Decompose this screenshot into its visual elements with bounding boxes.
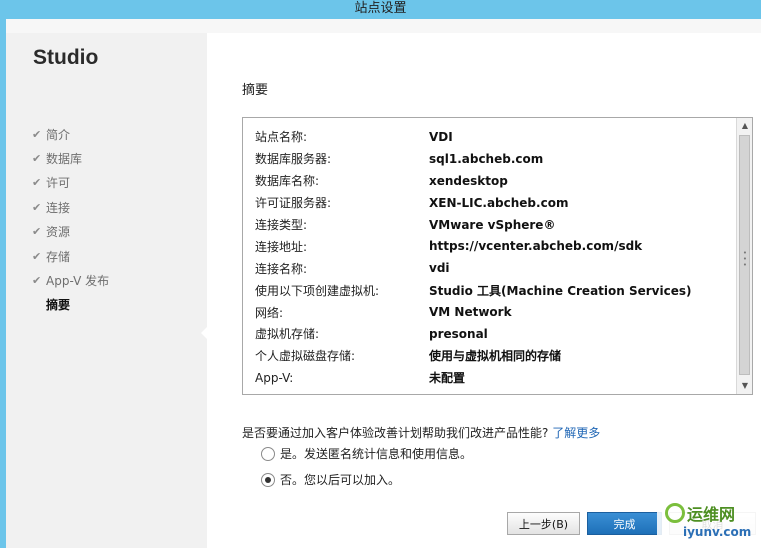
summary-row: App-V: 未配置: [255, 370, 466, 386]
check-icon: ✔: [32, 152, 42, 166]
summary-row: 连接地址: https://vcenter.abcheb.com/sdk: [255, 239, 643, 254]
step-intro: ✔ 简介: [32, 127, 71, 142]
check-icon: ✔: [32, 200, 42, 214]
step-appv: ✔ App-V 发布: [32, 274, 110, 289]
finish-button[interactable]: 完成: [587, 512, 662, 535]
wizard-steps: ✔ 简介 ✔ 数据库 ✔ 许可 ✔ 连接 ✔ 资源 ✔ 存储 ✔ App-V 发布 摘要: [32, 122, 109, 317]
page-heading: 摘要: [242, 83, 269, 98]
step-database: ✔ 数据库: [32, 152, 83, 167]
scroll-down-arrow-icon[interactable]: ▼: [737, 378, 753, 394]
watermark-circle-icon: [665, 503, 685, 523]
summary-row: 网络: VM Network: [255, 305, 512, 320]
active-step-pointer: [201, 326, 208, 340]
ceip-option-yes[interactable]: 是。发送匿名统计信息和使用信息。: [261, 445, 472, 462]
window-title: 站点设置: [354, 1, 407, 16]
watermark-logo: 运维网 iyunv.com: [657, 498, 761, 548]
summary-scrollbar[interactable]: ▲ • • • ▼: [736, 118, 752, 394]
ceip-option-no[interactable]: 否。您以后可以加入。: [261, 471, 400, 488]
summary-row: 许可证服务器: XEN-LIC.abcheb.com: [255, 195, 569, 211]
check-icon: ✔: [32, 249, 42, 263]
top-band: [6, 19, 761, 33]
summary-row: 数据库名称: xendesktop: [255, 173, 508, 189]
summary-row: 连接名称: vdi: [255, 261, 450, 276]
summary-row: 个人虚拟磁盘存储: 使用与虚拟机相同的存储: [255, 349, 562, 364]
window-titlebar: 站点设置: [0, 0, 761, 19]
summary-row: 连接类型: VMware vSphere®: [255, 217, 556, 233]
step-storage: ✔ 存储: [32, 249, 71, 264]
summary-row: 数据库服务器: sql1.abcheb.com: [255, 151, 544, 167]
step-license: ✔ 许可: [32, 176, 71, 191]
scroll-grip-icon: • • •: [742, 249, 748, 269]
summary-list: 站点名称: VDI 数据库服务器: sql1.abcheb.com 数据库名称: xe…: [255, 126, 692, 389]
check-icon: ✔: [32, 274, 42, 288]
summary-row: 虚拟机存储: presonal: [255, 326, 488, 342]
check-icon: ✔: [32, 176, 42, 190]
check-icon: ✔: [32, 225, 42, 239]
step-summary: 摘要: [46, 298, 71, 313]
step-resources: ✔ 资源: [32, 225, 71, 240]
summary-row: 站点名称: VDI: [255, 129, 453, 145]
back-button[interactable]: 上一步(B): [507, 512, 580, 535]
check-icon: ✔: [32, 127, 42, 141]
summary-panel: 站点名称: VDI 数据库服务器: sql1.abcheb.com 数据库名称: xe…: [242, 117, 753, 395]
learn-more-link[interactable]: 了解更多: [552, 426, 600, 440]
ceip-question: 是否要通过加入客户体验改善计划帮助我们改进产品性能? 了解更多: [242, 426, 601, 440]
step-connection: ✔ 连接: [32, 200, 71, 215]
brand-title: Studio: [33, 46, 99, 69]
scroll-up-arrow-icon[interactable]: ▲: [737, 118, 753, 134]
radio-button[interactable]: [261, 446, 275, 461]
summary-row: 使用以下项创建虚拟机: Studio 工具(Machine Creation Se…: [255, 283, 692, 298]
radio-button-selected[interactable]: [261, 472, 275, 487]
